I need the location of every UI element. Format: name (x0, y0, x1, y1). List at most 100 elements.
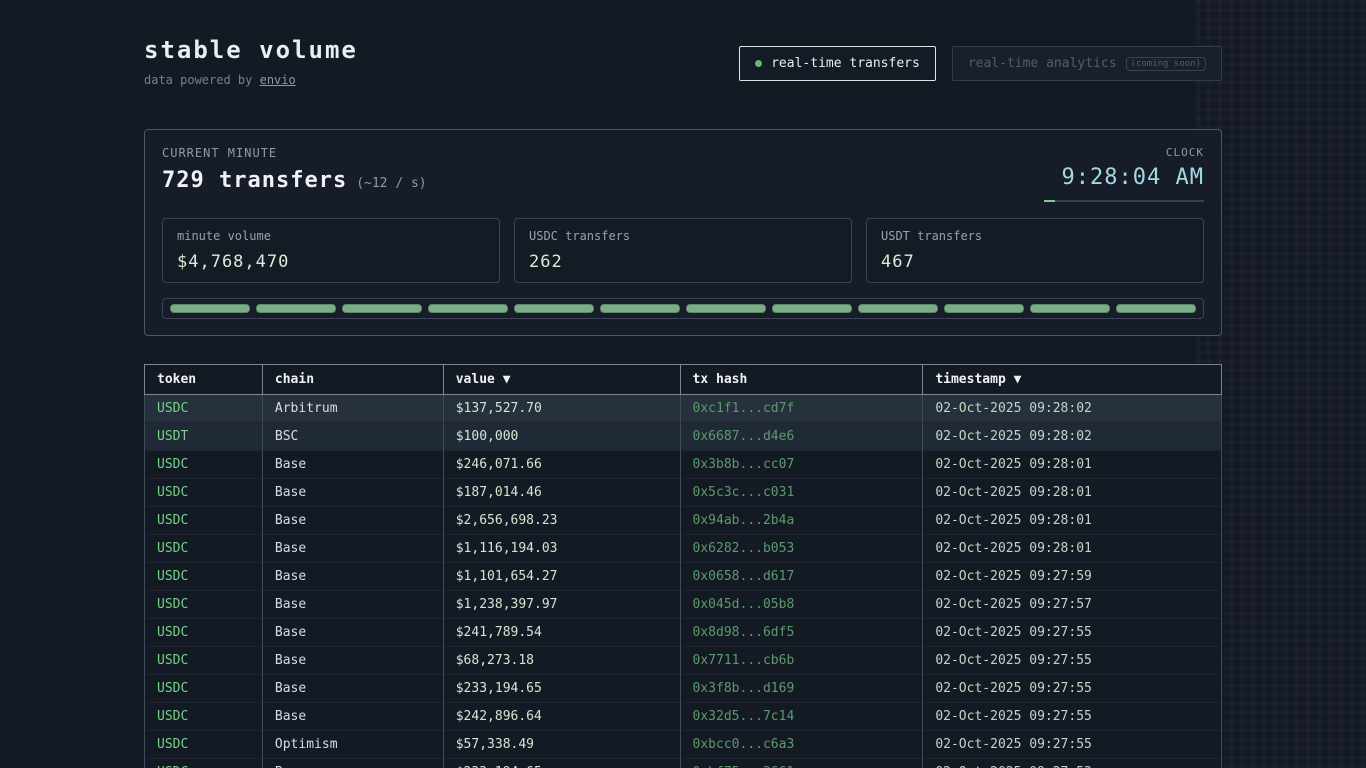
clock-progress-track (1044, 200, 1204, 202)
table-row: USDC Base $68,273.18 0x7711...cb6b 02-Oc… (145, 647, 1222, 675)
activity-bar-segment (170, 304, 250, 313)
transfer-count: 729 transfers (162, 168, 347, 193)
cell-chain: Base (262, 759, 443, 768)
cell-tx-hash-link[interactable]: 0x3b8b...cc07 (680, 451, 923, 479)
cell-timestamp: 02-Oct-2025 09:28:02 (923, 395, 1222, 423)
cell-timestamp: 02-Oct-2025 09:28:01 (923, 535, 1222, 563)
cell-timestamp: 02-Oct-2025 09:27:55 (923, 703, 1222, 731)
activity-bar-segment (686, 304, 766, 313)
stat-value: $4,768,470 (177, 252, 485, 272)
subtitle: data powered by envio (144, 73, 358, 87)
cell-tx-hash-link[interactable]: 0x045d...05b8 (680, 591, 923, 619)
cell-chain: Optimism (262, 731, 443, 759)
cell-token: USDC (145, 647, 263, 675)
cell-chain: Base (262, 479, 443, 507)
cell-chain: Base (262, 535, 443, 563)
transfer-rate: (~12 / s) (356, 176, 426, 191)
col-timestamp-sort[interactable]: timestamp ▼ (923, 365, 1222, 395)
col-value-sort[interactable]: value ▼ (443, 365, 680, 395)
activity-bar-segment (944, 304, 1024, 313)
cell-tx-hash-link[interactable]: 0x7711...cb6b (680, 647, 923, 675)
cell-token: USDC (145, 395, 263, 423)
cell-timestamp: 02-Oct-2025 09:28:01 (923, 451, 1222, 479)
cell-tx-hash-link[interactable]: 0x6282...b053 (680, 535, 923, 563)
cell-chain: Base (262, 563, 443, 591)
cell-timestamp: 02-Oct-2025 09:27:55 (923, 619, 1222, 647)
stat-label: USDC transfers (529, 229, 837, 243)
table-header-row: token chain value ▼ tx hash timestamp ▼ (145, 365, 1222, 395)
tab-realtime-analytics[interactable]: real-time analytics (coming soon) (952, 46, 1222, 81)
table-row: USDC Base $233,194.65 0xbf75...3661 02-O… (145, 759, 1222, 768)
activity-bar-segment (1030, 304, 1110, 313)
col-tx-hash: tx hash (680, 365, 923, 395)
cell-chain: Base (262, 619, 443, 647)
table-row: USDC Base $1,116,194.03 0x6282...b053 02… (145, 535, 1222, 563)
cell-token: USDC (145, 507, 263, 535)
page-header: stable volume data powered by envio real… (144, 36, 1222, 87)
cell-value: $246,071.66 (443, 451, 680, 479)
cell-tx-hash-link[interactable]: 0x0658...d617 (680, 563, 923, 591)
table-row: USDT BSC $100,000 0x6687...d4e6 02-Oct-2… (145, 423, 1222, 451)
cell-token: USDT (145, 423, 263, 451)
cell-tx-hash-link[interactable]: 0xc1f1...cd7f (680, 395, 923, 423)
table-row: USDC Base $187,014.46 0x5c3c...c031 02-O… (145, 479, 1222, 507)
transfer-count-block: CURRENT MINUTE 729 transfers (~12 / s) (162, 146, 427, 193)
table-row: USDC Base $241,789.54 0x8d98...6df5 02-O… (145, 619, 1222, 647)
cell-chain: Base (262, 507, 443, 535)
cell-timestamp: 02-Oct-2025 09:27:53 (923, 759, 1222, 768)
table-row: USDC Base $1,101,654.27 0x0658...d617 02… (145, 563, 1222, 591)
cell-token: USDC (145, 451, 263, 479)
stat-minute-volume: minute volume $4,768,470 (162, 218, 500, 283)
col-token: token (145, 365, 263, 395)
cell-chain: BSC (262, 423, 443, 451)
table-row: USDC Base $233,194.65 0x3f8b...d169 02-O… (145, 675, 1222, 703)
clock-label: CLOCK (1044, 146, 1204, 159)
activity-bar-segment (600, 304, 680, 313)
cell-tx-hash-link[interactable]: 0x5c3c...c031 (680, 479, 923, 507)
cell-tx-hash-link[interactable]: 0x32d5...7c14 (680, 703, 923, 731)
stat-value: 467 (881, 252, 1189, 272)
cell-tx-hash-link[interactable]: 0x6687...d4e6 (680, 423, 923, 451)
cell-timestamp: 02-Oct-2025 09:27:55 (923, 731, 1222, 759)
page: stable volume data powered by envio real… (144, 0, 1222, 768)
cell-chain: Base (262, 675, 443, 703)
cell-token: USDC (145, 731, 263, 759)
cell-tx-hash-link[interactable]: 0x8d98...6df5 (680, 619, 923, 647)
stat-value: 262 (529, 252, 837, 272)
table-row: USDC Base $242,896.64 0x32d5...7c14 02-O… (145, 703, 1222, 731)
cell-value: $241,789.54 (443, 619, 680, 647)
clock-progress-fill (1044, 200, 1055, 202)
coming-soon-badge: (coming soon) (1126, 57, 1206, 71)
cell-timestamp: 02-Oct-2025 09:28:02 (923, 423, 1222, 451)
live-dot-icon (755, 60, 762, 67)
tab-realtime-analytics-label: real-time analytics (968, 56, 1117, 71)
activity-bar-segment (428, 304, 508, 313)
envio-link[interactable]: envio (260, 73, 296, 87)
stats-row: minute volume $4,768,470 USDC transfers … (162, 218, 1204, 283)
cell-token: USDC (145, 675, 263, 703)
tab-realtime-transfers-label: real-time transfers (771, 56, 920, 71)
stat-label: USDT transfers (881, 229, 1189, 243)
cell-value: $137,527.70 (443, 395, 680, 423)
cell-token: USDC (145, 479, 263, 507)
page-title: stable volume (144, 36, 358, 64)
cell-tx-hash-link[interactable]: 0x94ab...2b4a (680, 507, 923, 535)
cell-value: $1,116,194.03 (443, 535, 680, 563)
cell-tx-hash-link[interactable]: 0x3f8b...d169 (680, 675, 923, 703)
cell-tx-hash-link[interactable]: 0xbcc0...c6a3 (680, 731, 923, 759)
cell-token: USDC (145, 563, 263, 591)
table-row: USDC Base $2,656,698.23 0x94ab...2b4a 02… (145, 507, 1222, 535)
cell-token: USDC (145, 591, 263, 619)
cell-chain: Base (262, 591, 443, 619)
tab-realtime-transfers[interactable]: real-time transfers (739, 46, 936, 81)
table-row: USDC Base $1,238,397.97 0x045d...05b8 02… (145, 591, 1222, 619)
stat-usdt-transfers: USDT transfers 467 (866, 218, 1204, 283)
cell-chain: Base (262, 647, 443, 675)
cell-value: $233,194.65 (443, 675, 680, 703)
activity-bar-segment (858, 304, 938, 313)
activity-bar-segment (514, 304, 594, 313)
cell-tx-hash-link[interactable]: 0xbf75...3661 (680, 759, 923, 768)
cell-timestamp: 02-Oct-2025 09:27:55 (923, 647, 1222, 675)
stat-usdc-transfers: USDC transfers 262 (514, 218, 852, 283)
cell-value: $2,656,698.23 (443, 507, 680, 535)
